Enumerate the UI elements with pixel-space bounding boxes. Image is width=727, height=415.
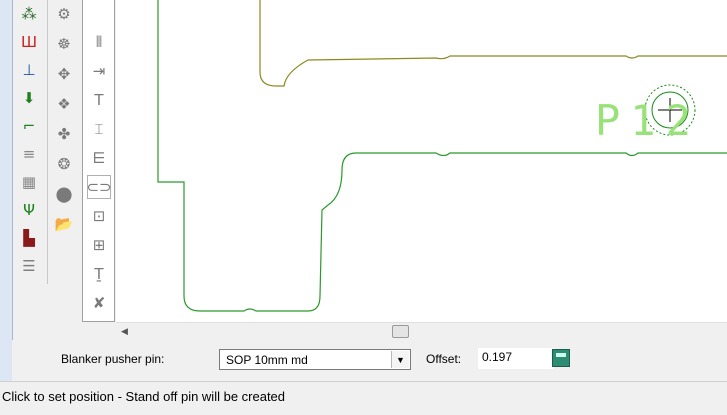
pin-label-text: P12 xyxy=(595,96,701,145)
scroll-thumb[interactable] xyxy=(392,325,409,338)
calculator-icon[interactable] xyxy=(552,349,570,367)
tool-palette-right: ⫴ ⇥ T ⌶ ⋿ ⊂⊃ ⊡ ⊞ Ṯ ✘ xyxy=(82,0,115,322)
status-text: Click to set position - Stand off pin wi… xyxy=(2,389,286,404)
grid-icon[interactable]: ▦ xyxy=(17,170,41,194)
red-block-icon[interactable]: ▙ xyxy=(17,226,41,250)
delete-pin-icon[interactable]: ✘ xyxy=(87,291,111,315)
green-down-arrow-icon[interactable]: ⬇ xyxy=(17,86,41,110)
gray-shape-5-icon[interactable]: ✤ xyxy=(52,122,76,146)
offset-label: Offset: xyxy=(426,352,462,366)
standoff-pin-icon[interactable]: ⊂⊃ xyxy=(86,175,112,199)
green-branch-icon[interactable]: Ψ xyxy=(17,198,41,222)
dropdown-arrow-icon[interactable]: ▼ xyxy=(391,351,409,368)
red-rail-icon[interactable]: Ш xyxy=(17,30,41,54)
green-corner-icon[interactable]: ⌐ xyxy=(17,114,41,138)
folder-open-icon[interactable]: 📂 xyxy=(52,212,76,236)
pin-options-bar: Blanker pusher pin: SOP 10mm md ▼ Offset… xyxy=(12,340,727,382)
tool-palette-left: ⁂ Ш ⊥ ⬇ ⌐ ≡ ▦ Ψ ▙ ☰ xyxy=(13,0,48,284)
text-tool-icon[interactable]: T xyxy=(87,88,111,112)
label-box-icon[interactable]: ⊡ xyxy=(87,204,111,228)
top-part-outline xyxy=(259,0,727,87)
gray-shape-4-icon[interactable]: ❖ xyxy=(52,92,76,116)
gray-shape-2-icon[interactable]: ☸ xyxy=(52,32,76,56)
drawing-canvas[interactable]: P12 xyxy=(116,0,727,322)
gray-blob-icon[interactable]: ⬤ xyxy=(52,182,76,206)
pusher-pin-select[interactable]: SOP 10mm md ▼ xyxy=(219,349,411,370)
number-box-icon[interactable]: ⊞ xyxy=(87,233,111,257)
list-icon[interactable]: ≡ xyxy=(17,142,41,166)
offset-field[interactable]: 0.197 xyxy=(478,348,554,369)
frame-icon[interactable]: ⌶ xyxy=(87,117,111,141)
part-outline xyxy=(157,0,727,312)
gray-shape-6-icon[interactable]: ❂ xyxy=(52,152,76,176)
gray-shape-1-icon[interactable]: ⚙ xyxy=(52,2,76,26)
pusher-pin-label: Blanker pusher pin: xyxy=(61,352,165,366)
partial-top-icon[interactable]: ⁂ xyxy=(17,2,41,26)
status-bar: Click to set position - Stand off pin wi… xyxy=(0,381,727,415)
scroll-left-arrow-icon[interactable]: ◀ xyxy=(116,323,133,340)
pusher-pin-icon[interactable]: ⫴ xyxy=(87,30,111,54)
tool-palette-middle: ⚙ ☸ ✥ ❖ ✤ ❂ ⬤ 📂 xyxy=(48,0,83,255)
pusher-pin-value: SOP 10mm md xyxy=(226,353,308,367)
gray-shape-3-icon[interactable]: ✥ xyxy=(52,62,76,86)
gray-bars-icon[interactable]: ☰ xyxy=(17,254,41,278)
text-t-icon[interactable]: Ṯ xyxy=(87,262,111,286)
pin-arrow-icon[interactable]: ⇥ xyxy=(87,59,111,83)
blue-tee-icon[interactable]: ⊥ xyxy=(17,58,41,82)
stack-icon[interactable]: ⋿ xyxy=(87,146,111,170)
horizontal-scrollbar[interactable]: ◀ xyxy=(116,322,727,340)
